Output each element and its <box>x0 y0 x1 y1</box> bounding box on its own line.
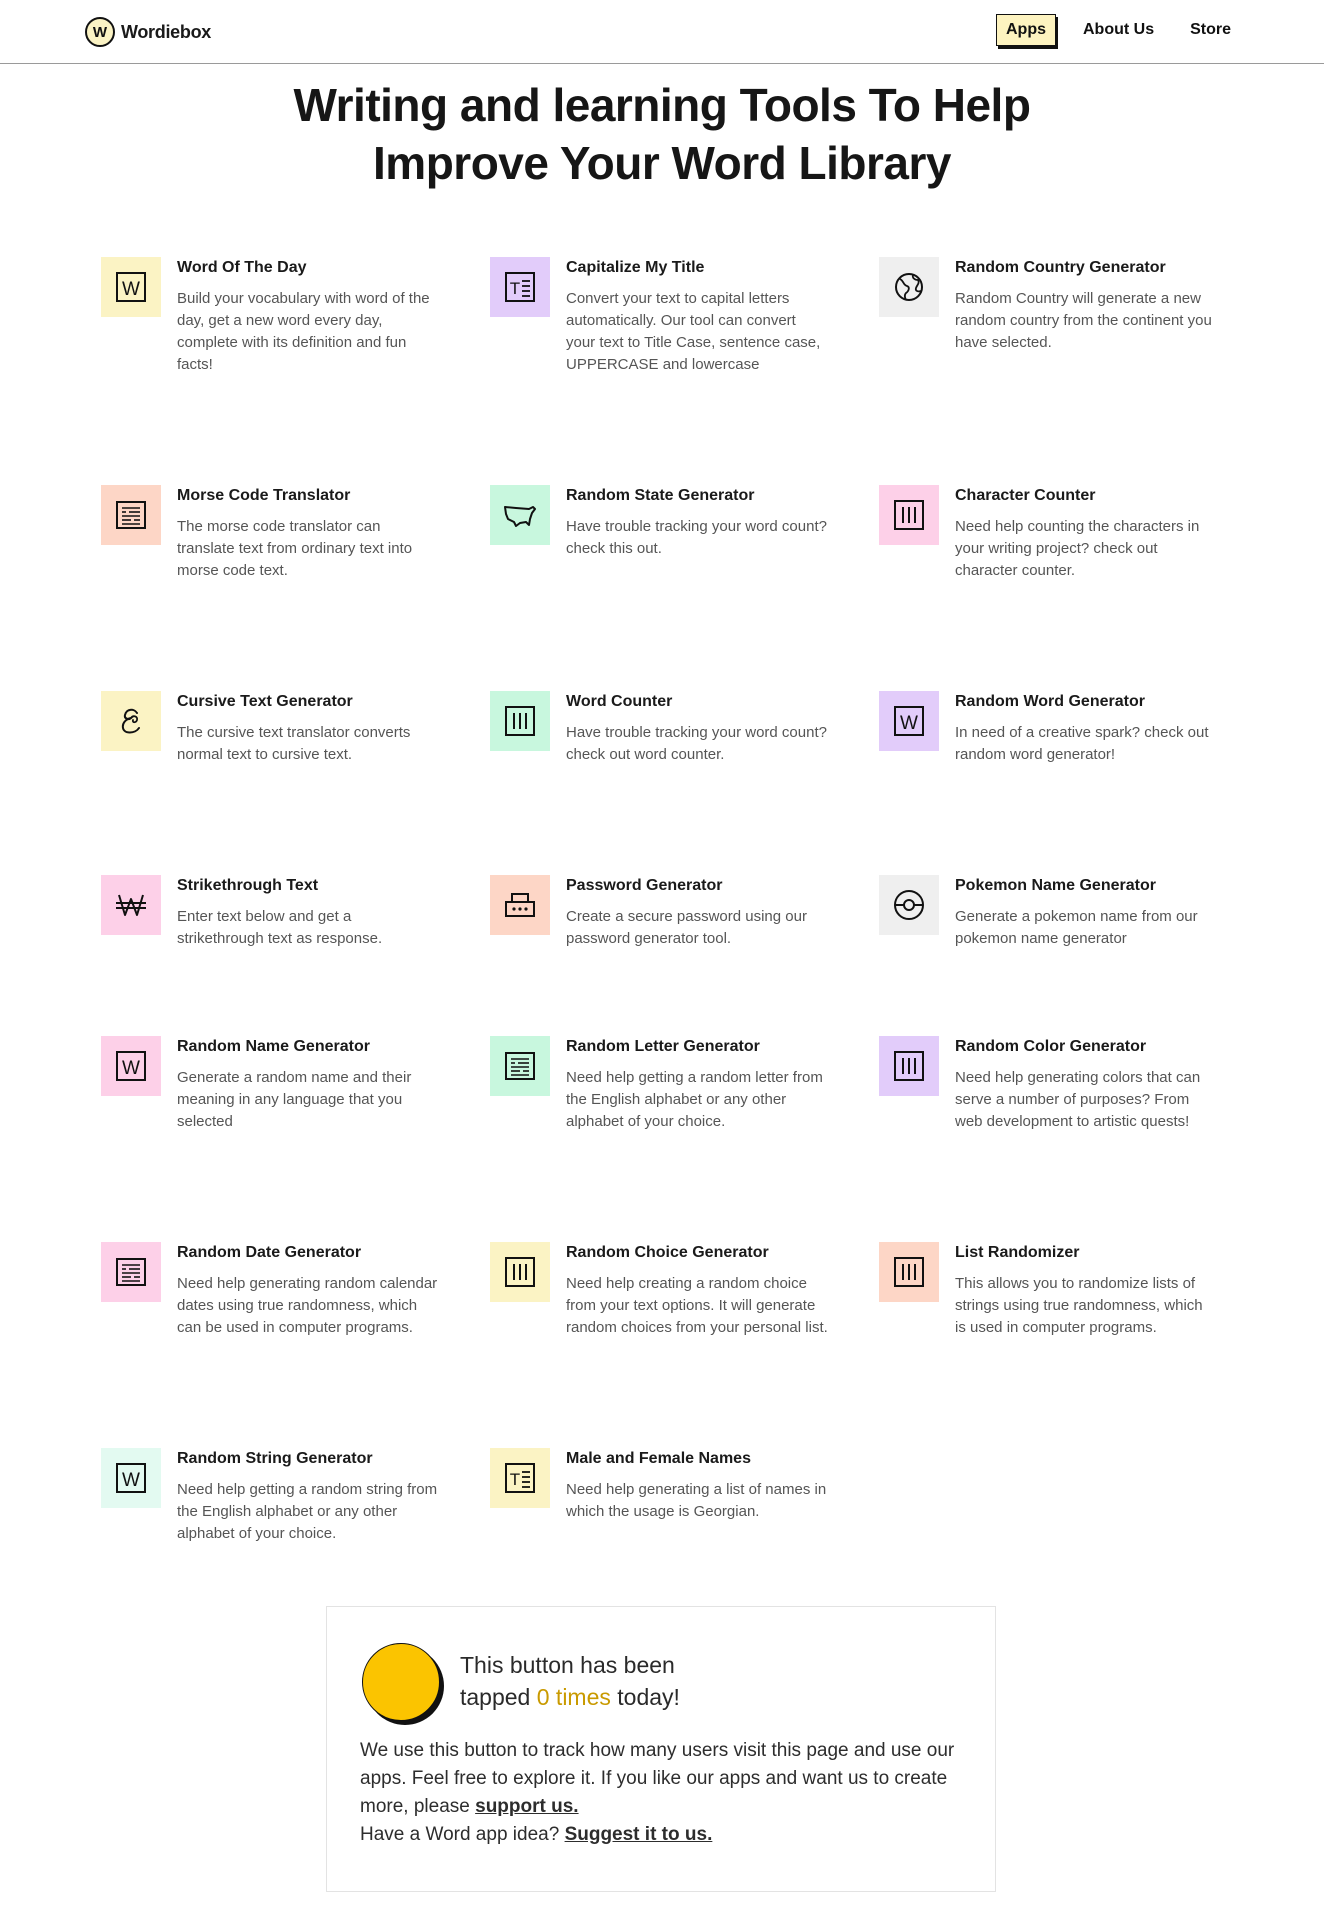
counter-desc-part1: We use this button to track how many use… <box>360 1740 955 1817</box>
tool-title[interactable]: List Randomizer <box>955 1244 1079 1262</box>
tool-description: Need help creating a random choice from … <box>566 1275 828 1336</box>
logo-text: Wordiebox <box>121 21 211 42</box>
bars-icon <box>879 1242 939 1302</box>
tool-title[interactable]: Random Letter Generator <box>566 1038 760 1056</box>
tool-description: Have trouble tracking your word count? c… <box>566 518 827 557</box>
w-icon: W <box>101 257 161 317</box>
page-title-line1: Writing and learning Tools To Help <box>293 79 1031 131</box>
bars-icon <box>879 485 939 545</box>
nav-store-link[interactable]: Store <box>1190 21 1231 39</box>
nav-about-us-link[interactable]: About Us <box>1083 21 1154 39</box>
svg-text:W: W <box>900 713 918 734</box>
tool-description: Need help generating colors that can ser… <box>955 1069 1201 1130</box>
tap-count-value: 0 times <box>536 1684 611 1710</box>
tool-description: Have trouble tracking your word count? c… <box>566 724 827 763</box>
us-map-icon <box>490 485 550 545</box>
site-logo[interactable]: W Wordiebox <box>85 17 211 47</box>
password-icon <box>490 875 550 935</box>
text-format-icon: T <box>490 1448 550 1508</box>
page-title-line2: Improve Your Word Library <box>373 137 951 189</box>
tool-description: This allows you to randomize lists of st… <box>955 1275 1203 1336</box>
tool-title[interactable]: Random Name Generator <box>177 1038 370 1056</box>
tool-description: In need of a creative spark? check out r… <box>955 724 1209 763</box>
tap-counter-button[interactable] <box>362 1643 440 1721</box>
tool-description: Need help getting a random letter from t… <box>566 1069 823 1130</box>
tool-description: Generate a pokemon name from our pokemon… <box>955 908 1198 947</box>
tool-description: Enter text below and get a strikethrough… <box>177 908 383 947</box>
svg-text:T: T <box>510 279 520 298</box>
document-lines-icon <box>101 485 161 545</box>
tool-title[interactable]: Word Of The Day <box>177 259 307 277</box>
tool-description: Convert your text to capital letters aut… <box>566 290 821 373</box>
svg-text:W: W <box>122 1058 140 1079</box>
page-title: Writing and learning Tools To Help Impro… <box>0 76 1324 192</box>
tool-description: Create a secure password using our passw… <box>566 908 807 947</box>
tap-counter-card: This button has been tapped 0 times toda… <box>326 1606 996 1892</box>
tool-title[interactable]: Random Word Generator <box>955 693 1145 711</box>
bars-icon <box>490 1242 550 1302</box>
tap-counter-prefix: tapped <box>460 1684 537 1710</box>
tool-description: Build your vocabulary with word of the d… <box>177 290 430 373</box>
tool-description: Need help generating a list of names in … <box>566 1481 827 1520</box>
logo-w-icon: W <box>85 17 115 47</box>
tap-counter-description: We use this button to track how many use… <box>360 1737 960 1849</box>
tool-description: Random Country will generate a new rando… <box>955 290 1212 351</box>
tool-title[interactable]: Word Counter <box>566 693 672 711</box>
tool-title[interactable]: Pokemon Name Generator <box>955 877 1156 895</box>
w-icon: W <box>101 1448 161 1508</box>
tap-counter-text: This button has been tapped 0 times toda… <box>460 1649 680 1713</box>
counter-desc-part2: Have a Word app idea? <box>360 1824 565 1845</box>
pokeball-icon <box>879 875 939 935</box>
tool-title[interactable]: Morse Code Translator <box>177 487 350 505</box>
main-nav: Apps About Us Store <box>996 14 1231 46</box>
tool-title[interactable]: Random Color Generator <box>955 1038 1146 1056</box>
svg-text:T: T <box>510 1470 520 1489</box>
nav-apps-link[interactable]: Apps <box>996 14 1056 46</box>
tool-title[interactable]: Random Country Generator <box>955 259 1166 277</box>
tap-counter-line1: This button has been <box>460 1652 675 1678</box>
tool-description: The cursive text translator converts nor… <box>177 724 411 763</box>
suggest-idea-link[interactable]: Suggest it to us. <box>565 1824 713 1845</box>
tool-title[interactable]: Capitalize My Title <box>566 259 704 277</box>
document-lines-icon <box>101 1242 161 1302</box>
bars-icon <box>490 691 550 751</box>
tool-description: The morse code translator can translate … <box>177 518 413 579</box>
tool-description: Need help getting a random string from t… <box>177 1481 438 1542</box>
text-format-icon: T <box>490 257 550 317</box>
tool-title[interactable]: Password Generator <box>566 877 723 895</box>
tool-title[interactable]: Random State Generator <box>566 487 754 505</box>
tool-title[interactable]: Cursive Text Generator <box>177 693 353 711</box>
tool-title[interactable]: Character Counter <box>955 487 1095 505</box>
svg-text:W: W <box>122 1470 140 1491</box>
tool-title[interactable]: Random Choice Generator <box>566 1244 769 1262</box>
tap-counter-suffix: today! <box>610 1684 680 1710</box>
w-icon: W <box>101 1036 161 1096</box>
strikethrough-icon <box>101 875 161 935</box>
w-icon: W <box>879 691 939 751</box>
svg-text:W: W <box>122 279 140 300</box>
tool-title[interactable]: Male and Female Names <box>566 1450 751 1468</box>
support-us-link[interactable]: support us. <box>475 1796 578 1817</box>
tool-description: Need help generating random calendar dat… <box>177 1275 438 1336</box>
bars-icon <box>879 1036 939 1096</box>
tool-title[interactable]: Random Date Generator <box>177 1244 361 1262</box>
tool-description: Generate a random name and their meaning… <box>177 1069 412 1130</box>
tool-title[interactable]: Strikethrough Text <box>177 877 318 895</box>
tool-description: Need help counting the characters in you… <box>955 518 1200 579</box>
cursive-icon <box>101 691 161 751</box>
document-lines-icon <box>490 1036 550 1096</box>
globe-icon <box>879 257 939 317</box>
tool-title[interactable]: Random String Generator <box>177 1450 373 1468</box>
top-navigation-bar: W Wordiebox Apps About Us Store <box>0 0 1324 64</box>
